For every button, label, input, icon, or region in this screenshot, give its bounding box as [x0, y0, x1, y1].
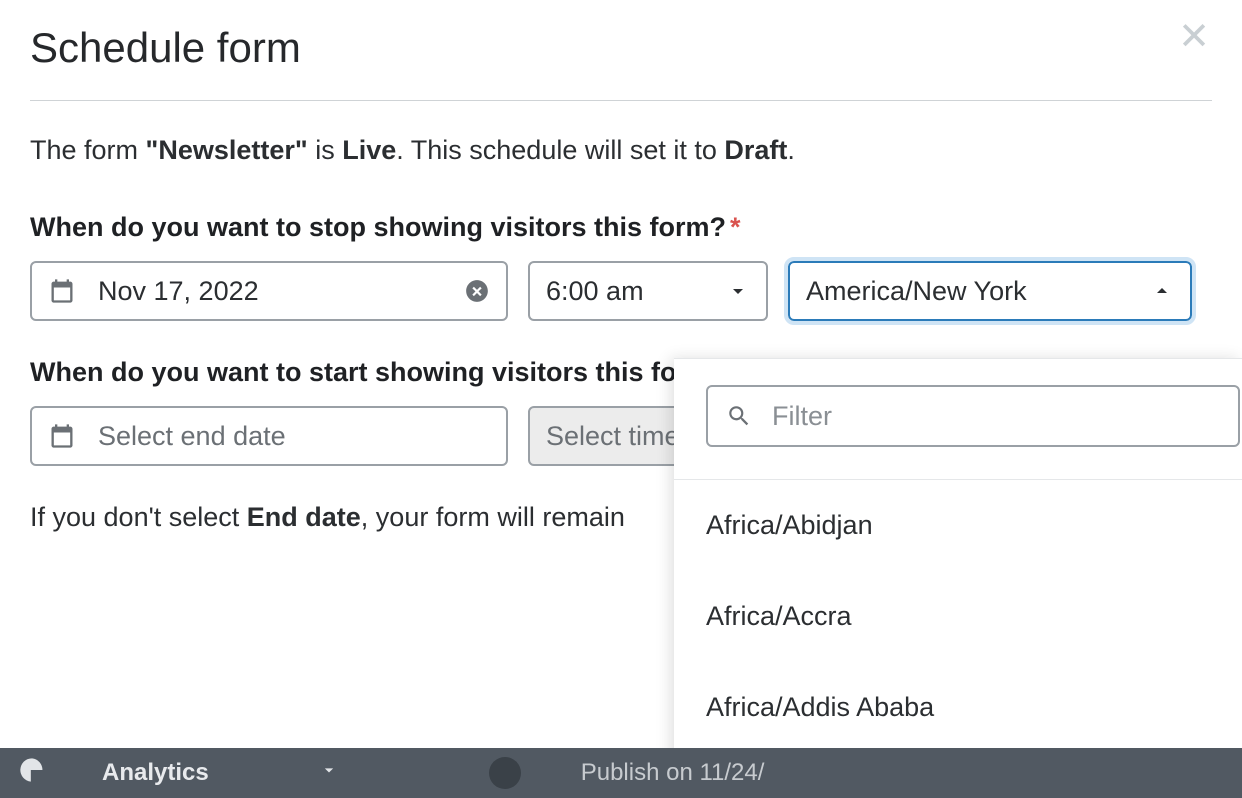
chevron-down-icon [726, 279, 750, 303]
start-date-placeholder: Select end date [98, 421, 490, 452]
modal-title: Schedule form [30, 24, 1212, 72]
publish-date-text: Publish on 11/24/ [581, 759, 765, 787]
timezone-filter-field[interactable] [706, 385, 1240, 447]
calendar-icon [48, 422, 76, 450]
stop-time-value: 6:00 am [546, 276, 644, 307]
schedule-form-modal: ✕ Schedule form The form "Newsletter" is… [0, 0, 1242, 798]
close-icon: ✕ [1178, 16, 1210, 58]
stop-date-input[interactable]: Nov 17, 2022 [30, 261, 508, 321]
analytics-icon [18, 756, 46, 791]
stop-time-select[interactable]: 6:00 am [528, 261, 768, 321]
stop-date-value: Nov 17, 2022 [98, 276, 442, 307]
timezone-option[interactable]: Africa/Addis Ababa [674, 662, 1242, 753]
start-time-placeholder: Select time [546, 421, 680, 452]
analytics-label[interactable]: Analytics [102, 759, 209, 787]
divider [30, 100, 1212, 101]
status-line: The form "Newsletter" is Live. This sche… [30, 135, 1212, 166]
timezone-dropdown-panel: Africa/Abidjan Africa/Accra Africa/Addis… [674, 358, 1242, 798]
timezone-select[interactable]: America/New York [788, 261, 1192, 321]
stop-row: Nov 17, 2022 6:00 am America/New York [30, 261, 1212, 321]
footer-bar: Analytics Publish on 11/24/ [0, 748, 1242, 798]
timezone-option[interactable]: Africa/Accra [674, 571, 1242, 662]
required-mark: * [730, 212, 741, 242]
chevron-up-icon [1150, 279, 1174, 303]
stop-question-label: When do you want to stop showing visitor… [30, 212, 1212, 243]
timezone-filter-input[interactable] [772, 401, 1220, 432]
chevron-down-icon[interactable] [319, 759, 339, 787]
timezone-option[interactable]: Africa/Abidjan [674, 480, 1242, 571]
calendar-icon [48, 277, 76, 305]
search-icon [726, 403, 752, 429]
start-date-input[interactable]: Select end date [30, 406, 508, 466]
close-button[interactable]: ✕ [1178, 18, 1210, 56]
help-icon[interactable] [489, 757, 521, 789]
clear-date-button[interactable] [464, 278, 490, 304]
timezone-value: America/New York [806, 276, 1027, 307]
